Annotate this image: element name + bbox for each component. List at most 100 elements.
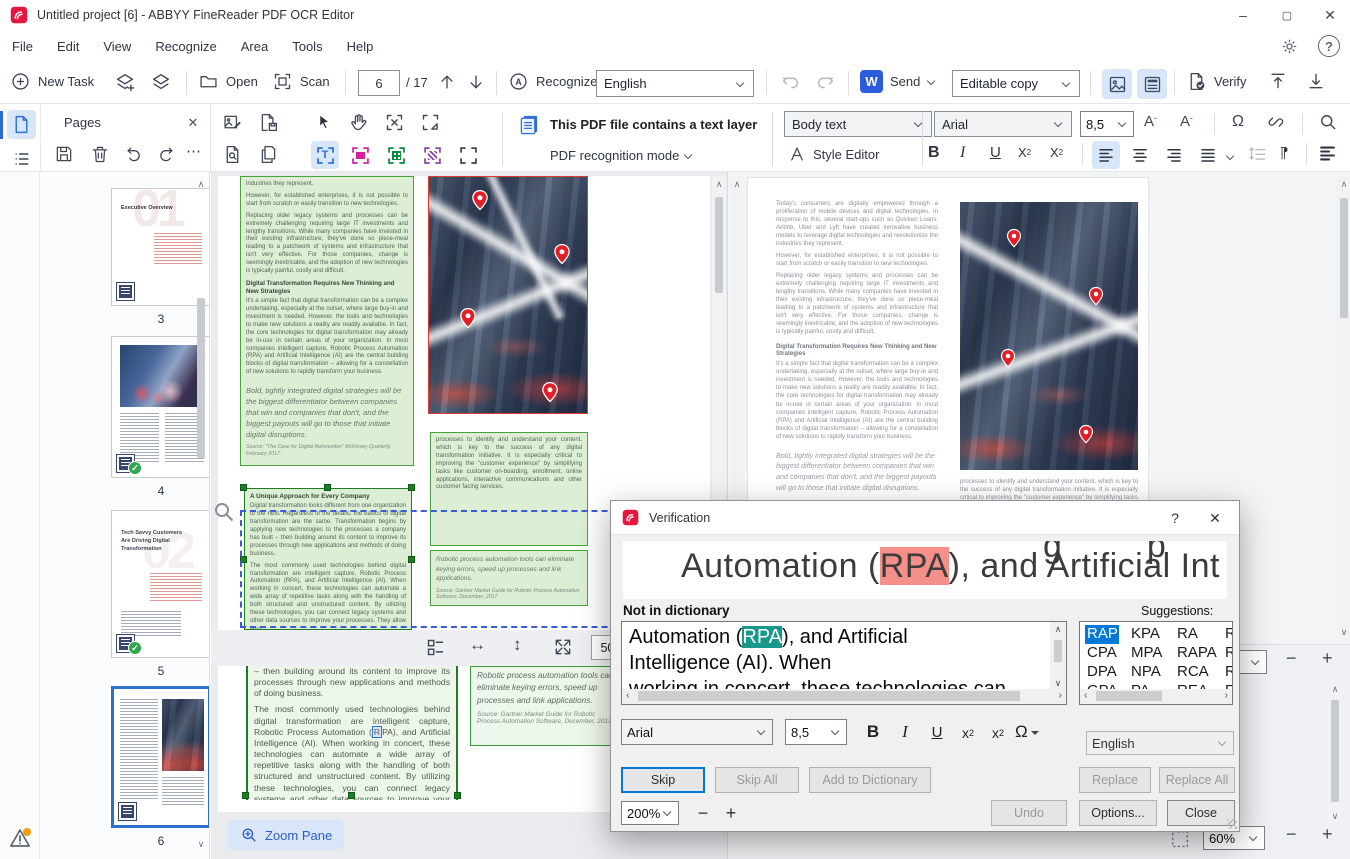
page-caption-5[interactable]: 5 <box>111 664 209 678</box>
suggestions-hscrollbar[interactable]: ‹ › <box>1080 689 1232 704</box>
scan-button[interactable]: Scan <box>272 71 330 92</box>
area-handle[interactable] <box>454 792 461 799</box>
page-number-input[interactable]: 6 <box>358 70 400 96</box>
verification-text-editor[interactable]: Automation (RPA), and Artificial Intelli… <box>621 621 1067 705</box>
replace-button[interactable]: Replace <box>1079 767 1151 793</box>
suggestion-item[interactable]: CPA <box>1085 644 1131 663</box>
zoom-pane-quote-block[interactable]: Robotic process automation tools can eli… <box>470 666 626 746</box>
fit-width-icon[interactable]: ↔ <box>469 635 486 655</box>
dialog-title-bar[interactable]: Verification ? ✕ <box>611 501 1239 535</box>
text-area-tool[interactable]: T <box>311 141 339 169</box>
pages-scrollbar-thumb[interactable] <box>197 298 205 458</box>
insert-link-icon[interactable] <box>1266 112 1286 132</box>
pages-stack-icon[interactable] <box>150 71 172 93</box>
subscript-button[interactable]: X2 <box>1050 145 1063 160</box>
pages-scroll-up[interactable]: ∧ <box>195 180 207 189</box>
add-to-dictionary-button[interactable]: Add to Dictionary <box>809 767 931 793</box>
dialog-close-icon[interactable]: ✕ <box>1203 507 1227 529</box>
decrease-font-icon[interactable]: Aˇ <box>1180 113 1193 130</box>
pan-tool-icon[interactable] <box>348 112 369 133</box>
text-pane-toggle[interactable] <box>1137 69 1167 99</box>
analyze-page-icon[interactable] <box>222 144 243 165</box>
open-button[interactable]: Open <box>198 71 258 92</box>
zoom-out-icon[interactable]: − <box>1286 648 1297 669</box>
line-spacing-icon[interactable] <box>1248 144 1267 163</box>
text-pane-scrollbar[interactable]: ∧ ∨ <box>1337 176 1350 642</box>
area-handle[interactable] <box>240 484 247 491</box>
dialog-underline-button[interactable]: U <box>925 719 949 745</box>
more-actions-icon[interactable]: ⋯ <box>186 142 202 160</box>
dialog-font-select[interactable]: Arial <box>621 719 773 745</box>
increase-font-icon[interactable]: Aˆ <box>1144 113 1157 130</box>
help-icon[interactable]: ? <box>1318 35 1340 57</box>
redo-icon[interactable] <box>814 71 836 93</box>
scroll-to-top-icon[interactable] <box>1268 71 1288 91</box>
skip-button[interactable]: Skip <box>621 767 705 793</box>
paragraph-style-select[interactable]: Body text <box>784 111 932 137</box>
warning-icon[interactable] <box>8 826 32 850</box>
zoom-out-icon[interactable]: − <box>1286 824 1297 845</box>
next-page-icon[interactable] <box>466 72 486 92</box>
page-thumbnail-3[interactable]: 01 Executive Overview <box>111 188 209 306</box>
resize-grip[interactable] <box>1227 819 1237 829</box>
font-family-select[interactable]: Arial <box>934 111 1072 137</box>
suggestion-item[interactable]: MPA <box>1131 644 1177 663</box>
dialog-italic-button[interactable]: I <box>893 719 917 745</box>
page-caption-3[interactable]: 3 <box>111 312 209 326</box>
options-button[interactable]: Options... <box>1079 800 1157 826</box>
undo-button[interactable]: Undo <box>991 800 1067 826</box>
area-handle[interactable] <box>348 792 355 799</box>
menu-tools[interactable]: Tools <box>292 39 322 54</box>
text-area-col2-quote[interactable]: Robotic process automation tools can eli… <box>430 550 588 606</box>
suggestion-item[interactable]: DPA <box>1085 663 1131 682</box>
suggestion-item[interactable]: NPA <box>1131 663 1177 682</box>
area-handle[interactable] <box>408 484 415 491</box>
skip-all-button[interactable]: Skip All <box>715 767 799 793</box>
dialog-zoom-out-icon[interactable]: − <box>693 801 713 825</box>
bold-button[interactable]: B <box>928 144 940 162</box>
ocr-language-select[interactable]: English <box>596 70 754 97</box>
new-task-button[interactable]: New Task <box>10 71 94 92</box>
editor-hscrollbar[interactable]: ‹ › <box>622 689 1066 704</box>
save-page-image-icon[interactable] <box>258 112 279 133</box>
menu-edit[interactable]: Edit <box>57 39 79 54</box>
dialog-symbol-button[interactable]: Ω <box>1015 719 1039 745</box>
paragraph-mark-icon[interactable]: ¶ <box>1280 144 1288 161</box>
dialog-zoom-select[interactable]: 200% <box>621 801 679 825</box>
italic-button[interactable]: I <box>960 144 965 162</box>
copy-page-icon[interactable] <box>258 144 279 165</box>
text-area-selected[interactable]: A Unique Approach for Every Company Digi… <box>244 488 412 630</box>
verify-button[interactable]: Verify <box>1186 71 1247 92</box>
pdf-recognition-mode[interactable]: PDF recognition mode <box>550 148 694 163</box>
export-format-select[interactable]: Editable copy <box>952 70 1080 97</box>
align-center-button[interactable] <box>1126 141 1154 169</box>
menu-view[interactable]: View <box>103 39 131 54</box>
pages-panel-tab[interactable] <box>7 110 36 139</box>
zoom-pane-text-block[interactable]: Digital transformation looks different f… <box>246 666 458 800</box>
suggestion-item[interactable]: R <box>1225 663 1232 682</box>
close-dialog-button[interactable]: Close <box>1167 800 1235 826</box>
select-tool-icon[interactable] <box>314 112 334 132</box>
superscript-button[interactable]: X2 <box>1018 145 1031 160</box>
lower-pane-scrollbar[interactable]: ∧ ∨ <box>1328 682 1342 824</box>
zoom-in-icon[interactable]: + <box>1322 648 1333 669</box>
image-pane-toggle[interactable] <box>1102 69 1132 99</box>
dialog-bold-button[interactable]: B <box>861 719 885 745</box>
dialog-subscript-button[interactable]: x2 <box>985 720 1011 746</box>
menu-file[interactable]: File <box>12 39 33 54</box>
editor-vscrollbar[interactable]: ∧ ∨ <box>1050 622 1066 690</box>
page-thumbnail-6-selected[interactable] <box>111 686 209 828</box>
rotate-right-icon[interactable] <box>156 144 176 164</box>
zoom-pane-button[interactable]: Zoom Pane <box>228 820 345 850</box>
justify-button[interactable] <box>1194 141 1222 169</box>
dialog-help-icon[interactable]: ? <box>1163 507 1187 529</box>
sections-list-tab[interactable] <box>7 144 36 173</box>
close-pages-panel-icon[interactable]: ✕ <box>182 112 204 134</box>
add-pages-icon[interactable] <box>114 71 136 93</box>
fit-page-icon[interactable] <box>553 637 573 657</box>
menu-recognize[interactable]: Recognize <box>155 39 216 54</box>
undo-icon[interactable] <box>780 71 802 93</box>
settings-gear-icon[interactable] <box>1278 35 1300 57</box>
edit-image-icon[interactable] <box>222 112 243 133</box>
send-to-word-button[interactable]: W Send <box>860 70 937 93</box>
